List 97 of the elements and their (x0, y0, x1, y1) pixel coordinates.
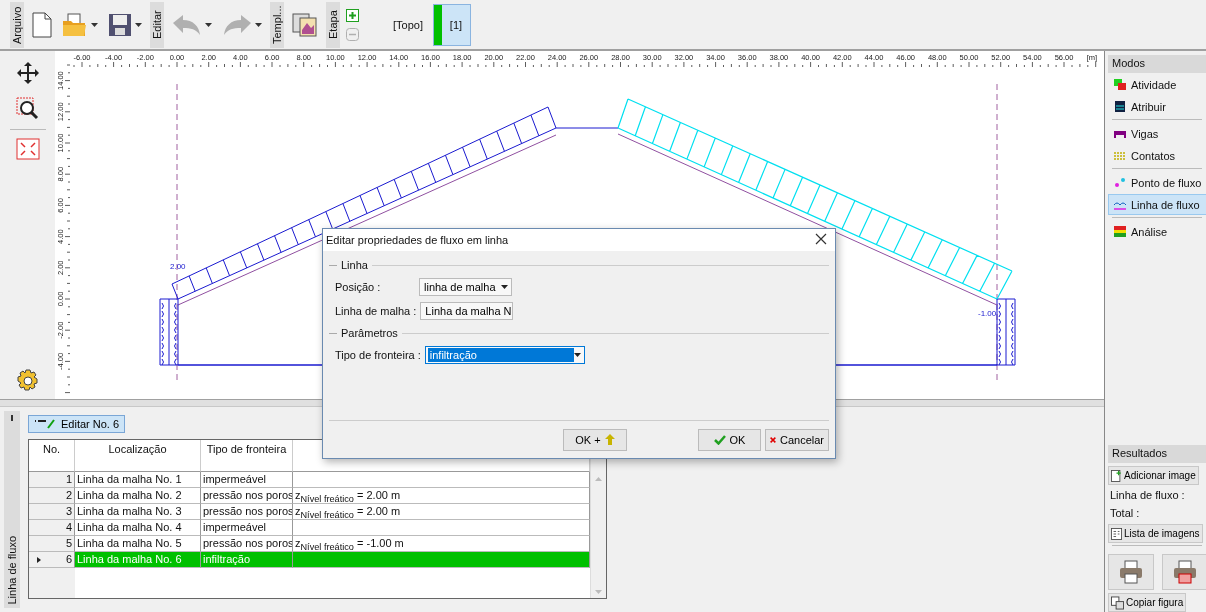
toolbar-group-label: Templ... (270, 1, 284, 48)
column-header[interactable]: Tipo de fronteira (201, 440, 293, 472)
mode-item[interactable]: Linha de fluxo (1108, 194, 1206, 215)
add-icon[interactable] (346, 8, 359, 22)
result-label: Linha de fluxo : (1109, 488, 1186, 503)
image-add-icon (1111, 468, 1122, 483)
field-label: Posição : (335, 281, 382, 293)
dropdown[interactable]: Linha da malha N (420, 302, 514, 320)
add-image-button[interactable]: Adicionar image (1108, 466, 1199, 485)
grid-icon (1113, 100, 1127, 113)
caret-icon[interactable] (255, 22, 262, 27)
caret-icon[interactable] (205, 22, 212, 27)
field-label: Linha de malha : (335, 305, 417, 317)
section-title: Parâmetros (341, 327, 398, 339)
close-icon (770, 434, 776, 445)
toolbar-group-label: Editar (150, 1, 164, 48)
print-button[interactable] (1108, 554, 1154, 590)
zoom-icon[interactable] (15, 97, 40, 121)
table-cell: impermeável (201, 520, 293, 536)
table-cell: 4 (65, 520, 72, 535)
row-header[interactable]: 6 (29, 552, 75, 568)
row-header[interactable]: 3 (29, 504, 75, 520)
mode-item[interactable]: Contatos (1108, 145, 1206, 166)
squares-icon (1113, 78, 1127, 91)
table-cell: 6 (65, 552, 72, 567)
section-title: Linha (341, 259, 368, 271)
toolbar-group-label: Arquivo (10, 1, 24, 48)
mode-item[interactable]: Ponto de fluxo (1108, 172, 1206, 193)
cancel-button[interactable]: Cancelar (765, 428, 829, 451)
field-label: Tipo de fronteira : (335, 349, 421, 361)
close-icon[interactable] (815, 233, 829, 247)
check-icon (713, 434, 726, 445)
template-icon[interactable] (292, 11, 318, 38)
dropdown[interactable]: linha de malha (419, 278, 512, 296)
save-icon[interactable] (108, 12, 132, 37)
mode-item[interactable]: Vigas (1108, 123, 1206, 144)
table-cell: Linha da malha No. 1 (75, 472, 201, 488)
image-list-button[interactable]: Lista de imagens (1108, 524, 1203, 543)
mode-item[interactable]: Atividade (1108, 74, 1206, 95)
table-row[interactable]: 6 Linha da malha No. 6 infiltração (29, 552, 590, 568)
new-document-icon[interactable] (32, 11, 52, 38)
move-icon[interactable] (15, 61, 40, 85)
mode-item[interactable]: Atribuir (1108, 96, 1206, 117)
hatch-icon (1113, 149, 1127, 162)
layers-icon (1113, 225, 1127, 238)
table-cell: Linha da malha No. 2 (75, 488, 201, 504)
points-icon (1113, 176, 1127, 189)
copy-figure-button[interactable]: Copiar figura (1108, 593, 1187, 612)
ok-plus-button[interactable]: OK + (563, 428, 627, 451)
settings-icon[interactable] (15, 369, 40, 393)
point-label: 2.00 (170, 262, 186, 271)
table-cell: Linha da malha No. 6 (75, 552, 201, 568)
column-header[interactable]: Localização (75, 440, 201, 472)
table-cell: 5 (65, 536, 72, 551)
result-label: Total : (1109, 506, 1141, 521)
stage-name: [Topo] (393, 18, 423, 31)
dialog-title: Editar propriedades de fluxo em linha (326, 234, 509, 246)
fit-icon[interactable] (15, 138, 40, 160)
mode-item[interactable]: Análise (1108, 221, 1206, 242)
copy-icon (1111, 595, 1124, 610)
panel-header: Resultados (1108, 445, 1206, 463)
table-cell: 1 (65, 472, 72, 487)
list-icon (1111, 526, 1122, 541)
caret-icon (573, 353, 581, 357)
ok-button[interactable]: OK (698, 428, 761, 451)
table-cell: impermeável (201, 472, 293, 488)
side-tab[interactable]: Linha de fluxo (6, 531, 18, 608)
toolbar-group-label: Etapa (326, 1, 340, 48)
row-header[interactable]: 1 (29, 472, 75, 488)
row-header[interactable]: 2 (29, 488, 75, 504)
row-header-background (29, 568, 75, 598)
table-row[interactable]: 1 Linha da malha No. 1 impermeável (29, 472, 590, 488)
row-pointer-icon (37, 556, 41, 563)
print-preview-button[interactable] (1162, 554, 1206, 590)
column-header[interactable]: No. (29, 440, 75, 472)
stage-tab[interactable]: [1] (432, 3, 471, 46)
row-header[interactable]: 5 (29, 536, 75, 552)
caret-icon[interactable] (91, 22, 98, 27)
pencil-icon (34, 419, 56, 429)
up-arrow-icon (604, 434, 615, 445)
table-cell: Linha da malha No. 4 (75, 520, 201, 536)
dropdown[interactable]: infiltração (424, 346, 585, 364)
point-label: -1.00 (978, 309, 997, 318)
panel-header: Modos (1108, 55, 1206, 73)
table-cell: z$_{Nível freático}$ = 2.00 m (293, 488, 590, 504)
edit-button[interactable]: Editar No. 6 (28, 415, 126, 433)
table-cell: z$_{Nível freático}$ = 2.00 m (293, 504, 590, 520)
row-header[interactable]: 4 (29, 520, 75, 536)
table-row[interactable]: 4 Linha da malha No. 4 impermeável (29, 520, 590, 536)
caret-icon[interactable] (135, 22, 142, 27)
table-cell: 3 (65, 504, 72, 519)
printer-icon (1119, 560, 1143, 584)
table-cell: infiltração (201, 552, 293, 568)
caret-icon (501, 285, 508, 289)
table-cell: Linha da malha No. 3 (75, 504, 201, 520)
printer-icon (1173, 560, 1197, 584)
table-cell: 2 (65, 488, 72, 503)
